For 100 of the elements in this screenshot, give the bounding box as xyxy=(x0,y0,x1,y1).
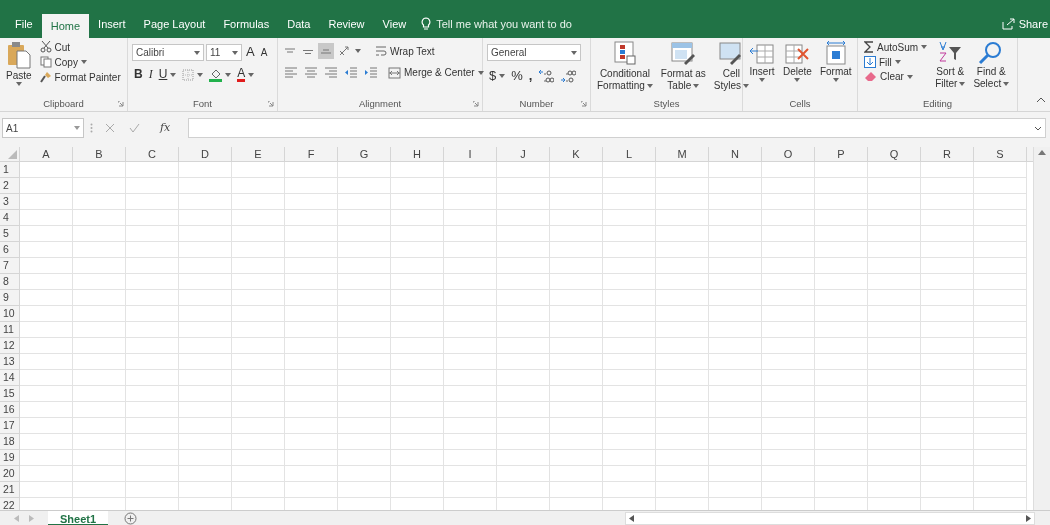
scroll-right-icon[interactable] xyxy=(1026,514,1031,522)
row-header[interactable]: 10 xyxy=(0,306,19,322)
column-header[interactable]: L xyxy=(603,147,656,161)
ribbon-tab[interactable]: Formulas xyxy=(214,10,279,38)
ribbon-tab[interactable]: Review xyxy=(319,10,374,38)
enter-icon[interactable] xyxy=(129,123,140,133)
column-header[interactable]: B xyxy=(73,147,126,161)
comma-style-button[interactable]: , xyxy=(526,68,535,85)
row-header[interactable]: 20 xyxy=(0,466,19,482)
format-button[interactable]: Format xyxy=(817,40,854,97)
autosum-button[interactable]: AutoSum xyxy=(862,40,930,54)
horizontal-align-button[interactable] xyxy=(282,65,300,80)
column-header[interactable]: I xyxy=(444,147,497,161)
italic-button[interactable]: I xyxy=(146,66,155,83)
row-header[interactable]: 14 xyxy=(0,370,19,386)
horizontal-scrollbar[interactable] xyxy=(625,511,1035,525)
expand-icon[interactable] xyxy=(1034,125,1042,131)
ribbon-tab[interactable]: File xyxy=(6,10,42,38)
column-header[interactable]: A xyxy=(20,147,73,161)
styles-button[interactable]: Conditional Formatting xyxy=(595,40,655,97)
row-header[interactable]: 13 xyxy=(0,354,19,370)
sort-filter-button[interactable]: Sort & Filter xyxy=(933,40,968,97)
styles-button[interactable]: Format as Table xyxy=(658,40,708,97)
ribbon-tab[interactable]: Insert xyxy=(89,10,135,38)
dialog-launcher-icon[interactable] xyxy=(118,101,124,107)
ribbon-tab[interactable]: Data xyxy=(278,10,320,38)
share-button[interactable]: Share xyxy=(995,10,1050,38)
shrink-font-button[interactable]: A xyxy=(258,46,270,59)
cut-button[interactable]: Cut xyxy=(37,40,123,54)
row-header[interactable]: 4 xyxy=(0,210,19,226)
decrease-indent-button[interactable] xyxy=(342,65,360,80)
row-header[interactable]: 16 xyxy=(0,402,19,418)
cell-grid[interactable] xyxy=(20,162,1027,510)
column-header[interactable]: G xyxy=(338,147,391,161)
column-header[interactable]: O xyxy=(762,147,815,161)
row-header[interactable]: 18 xyxy=(0,434,19,450)
copy-button[interactable]: Copy xyxy=(37,55,123,69)
scroll-left-icon[interactable] xyxy=(629,514,634,522)
column-header[interactable]: F xyxy=(285,147,338,161)
clear-button[interactable]: Clear xyxy=(862,70,930,83)
column-header[interactable]: N xyxy=(709,147,762,161)
underline-button[interactable]: U xyxy=(156,66,179,83)
row-header[interactable]: 8 xyxy=(0,274,19,290)
font-color-button[interactable]: A xyxy=(235,66,257,83)
row-header[interactable]: 21 xyxy=(0,482,19,498)
fill-button[interactable]: Fill xyxy=(862,55,930,69)
row-header[interactable]: 7 xyxy=(0,258,19,274)
paste-button[interactable]: Paste xyxy=(4,40,34,97)
column-header[interactable]: S xyxy=(974,147,1027,161)
column-header[interactable]: P xyxy=(815,147,868,161)
row-header[interactable]: 12 xyxy=(0,338,19,354)
find-select-button[interactable]: Find & Select xyxy=(971,40,1012,97)
borders-button[interactable] xyxy=(180,67,206,82)
format-painter-button[interactable]: Format Painter xyxy=(37,70,123,84)
increase-indent-button[interactable] xyxy=(362,65,380,80)
row-header[interactable]: 3 xyxy=(0,194,19,210)
collapse-ribbon-icon[interactable] xyxy=(1036,97,1046,103)
cancel-icon[interactable] xyxy=(105,123,115,133)
ribbon-tab[interactable]: Home xyxy=(41,14,90,38)
row-header[interactable]: 2 xyxy=(0,178,19,194)
ribbon-tab[interactable]: Page Layout xyxy=(134,10,215,38)
horizontal-align-button[interactable] xyxy=(302,65,320,80)
vertical-scrollbar[interactable] xyxy=(1033,147,1050,510)
row-header[interactable]: 11 xyxy=(0,322,19,338)
column-header[interactable]: C xyxy=(126,147,179,161)
column-header[interactable]: M xyxy=(656,147,709,161)
delete-button[interactable]: Delete xyxy=(781,40,814,97)
tell-me-field[interactable]: Tell me what you want to do xyxy=(434,14,615,34)
dialog-launcher-icon[interactable] xyxy=(473,101,479,107)
currency-button[interactable]: $ xyxy=(487,68,508,85)
grow-font-button[interactable]: A xyxy=(244,44,257,61)
select-all-icon[interactable] xyxy=(8,150,17,159)
row-header[interactable]: 17 xyxy=(0,418,19,434)
font-name-field[interactable]: Calibri xyxy=(132,44,204,61)
bold-button[interactable]: B xyxy=(132,66,145,83)
row-header[interactable]: 15 xyxy=(0,386,19,402)
column-header[interactable]: E xyxy=(232,147,285,161)
ribbon-tab[interactable]: View xyxy=(373,10,416,38)
dialog-launcher-icon[interactable] xyxy=(268,101,274,107)
column-header[interactable]: H xyxy=(391,147,444,161)
increase-decimal-button[interactable] xyxy=(536,68,557,85)
dialog-launcher-icon[interactable] xyxy=(581,101,587,107)
merge-center-button[interactable]: Merge & Center xyxy=(386,65,486,80)
column-header[interactable]: K xyxy=(550,147,603,161)
row-header[interactable]: 9 xyxy=(0,290,19,306)
name-box[interactable]: A1 xyxy=(2,118,84,138)
row-header[interactable]: 19 xyxy=(0,450,19,466)
row-header[interactable]: 5 xyxy=(0,226,19,242)
percent-button[interactable]: % xyxy=(509,68,525,85)
column-header[interactable]: R xyxy=(921,147,974,161)
row-header[interactable]: 6 xyxy=(0,242,19,258)
font-size-field[interactable]: 11 xyxy=(206,44,242,61)
add-sheet-icon[interactable] xyxy=(124,511,138,525)
wrap-text-button[interactable]: Wrap Text xyxy=(373,44,437,58)
decrease-decimal-button[interactable] xyxy=(558,68,579,85)
number-format-field[interactable]: General xyxy=(487,44,581,61)
row-header[interactable]: 1 xyxy=(0,162,19,178)
insert-button[interactable]: Insert xyxy=(747,40,777,97)
sheet-tab[interactable]: Sheet1 xyxy=(48,510,109,525)
column-header[interactable]: J xyxy=(497,147,550,161)
